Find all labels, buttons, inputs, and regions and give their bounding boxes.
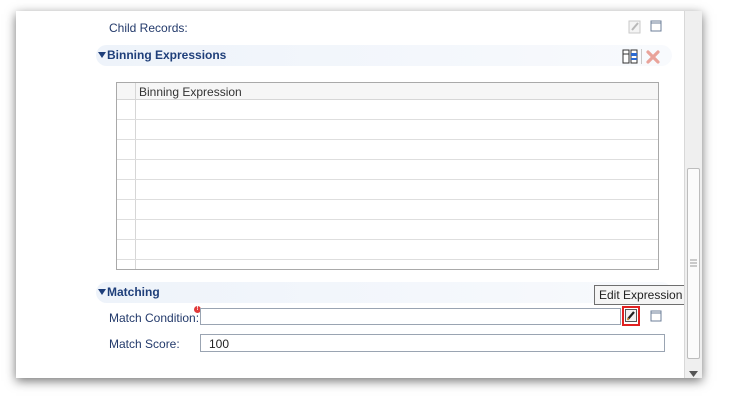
vertical-scrollbar[interactable] [684,11,702,378]
table-row[interactable] [117,179,658,180]
match-condition-label: Match Condition: [109,311,200,325]
matching-section-title: Matching [107,285,160,299]
table-row[interactable] [117,159,658,160]
table-header: Binning Expression [117,83,658,100]
toolbar-divider [641,49,642,64]
table-row[interactable] [117,119,658,120]
table-row[interactable] [117,139,658,140]
edit-child-records-icon[interactable] [628,20,642,37]
matching-section-header[interactable] [96,282,672,303]
table-row[interactable] [117,219,658,220]
collapse-binning-icon[interactable] [98,52,106,58]
row-header-column [117,83,136,269]
table-row[interactable] [117,199,658,200]
scroll-down-arrow-icon[interactable] [689,366,698,378]
binning-section-title: Binning Expressions [107,48,227,62]
delete-binning-expression-icon[interactable] [646,50,660,67]
scrollbar-thumb[interactable] [687,168,700,359]
edit-expression-tooltip: Edit Expression [594,285,688,305]
child-records-label: Child Records: [109,21,188,35]
match-condition-input[interactable] [200,308,621,325]
edit-expression-icon[interactable] [625,309,638,326]
match-score-label: Match Score: [109,337,180,351]
table-row[interactable] [117,239,658,240]
editor-window: Child Records: Binning Expressions Binni… [16,11,702,378]
table-row[interactable] [117,259,658,260]
add-binning-expression-icon[interactable] [622,49,638,67]
column-header-binning-expression[interactable]: Binning Expression [139,85,242,99]
maximize-icon[interactable] [650,20,663,36]
maximize-condition-icon[interactable] [650,310,663,326]
collapse-matching-icon[interactable] [98,289,106,295]
binning-expressions-table[interactable]: Binning Expression [116,82,659,270]
match-score-input[interactable]: 100 [200,334,665,352]
